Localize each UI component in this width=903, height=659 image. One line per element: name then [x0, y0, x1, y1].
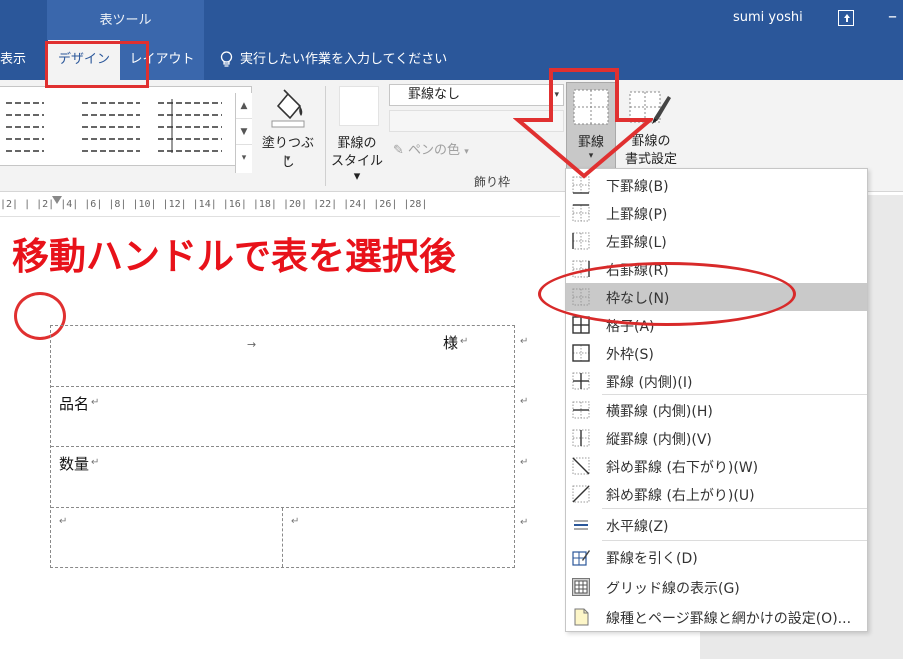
tab-mark: → [247, 338, 257, 351]
gallery-down-icon[interactable]: ▼ [236, 119, 252, 145]
end-of-row-mark: ↵ [520, 396, 529, 407]
menu-item-label: 斜め罫線 (右上がり)(U) [606, 488, 755, 504]
horizontal-ruler[interactable]: |2| | |2| |4| |6| |8| |10| |12| |14| |16… [0, 195, 560, 217]
paint-bucket-icon [271, 89, 305, 128]
table-row[interactable]: 数量 ↵ [51, 447, 514, 508]
line-style-value: 罫線なし [408, 87, 461, 102]
menu-item-label: 左罫線(L) [606, 235, 667, 251]
outside-borders-icon [572, 344, 590, 362]
table-tools-label: 表ツール [99, 13, 152, 28]
pen-icon: ✎ [393, 143, 404, 158]
lightbulb-icon [220, 51, 233, 67]
ribbon-separator [325, 86, 326, 186]
end-of-row-mark: ↵ [520, 457, 529, 468]
pen-color-button[interactable]: ✎ ペンの色 ▾ [393, 139, 469, 158]
menu-item-label: 罫線を引く(D) [606, 551, 698, 567]
menu-item-border-left[interactable]: 左罫線(L) [566, 227, 867, 255]
menu-item-label: グリッド線の表示(G) [606, 581, 740, 597]
user-name[interactable]: sumi yoshi [733, 10, 803, 25]
menu-item-label: 上罫線(P) [606, 207, 668, 223]
table-style-thumb-1[interactable] [4, 95, 74, 155]
minimize-icon[interactable]: – [888, 6, 897, 27]
menu-item-label: 水平線(Z) [606, 519, 669, 535]
menu-item-label: 横罫線 (内側)(H) [606, 404, 713, 420]
red-down-arrow-icon [513, 68, 653, 179]
inside-vertical-icon [572, 429, 590, 447]
shading-label: 塗りつぶし [261, 136, 315, 170]
diagonal-down-icon [572, 457, 590, 475]
paragraph-mark: ↵ [59, 516, 68, 527]
border-styles-button[interactable]: 罫線の スタイル ▾ [330, 86, 384, 184]
menu-separator [602, 508, 867, 509]
pen-color-label: ペンの色 [408, 143, 461, 158]
menu-item-inside-horizontal[interactable]: 横罫線 (内側)(H) [566, 396, 867, 424]
menu-item-inside-vertical[interactable]: 縦罫線 (内側)(V) [566, 424, 867, 452]
word-window: 表ツール sumi yoshi – 表示 デザイン レイアウト 実行したい作業を… [0, 0, 903, 659]
tab-view[interactable]: 表示 [0, 40, 26, 80]
borders-group-label: 飾り枠 [474, 175, 511, 189]
ribbon-display-options-icon[interactable] [838, 10, 854, 26]
table-style-gallery[interactable]: ▲ ▼ ▾ [0, 86, 252, 173]
table-style-thumb-2[interactable] [80, 95, 150, 155]
table-row[interactable]: → 様 ↵ [51, 326, 514, 387]
title-bar: 表ツール sumi yoshi – [0, 0, 903, 40]
table-tools-context: 表ツール [47, 0, 204, 40]
table-column-divider [282, 508, 283, 567]
border-styles-swatch [339, 86, 379, 126]
cell-hinmei: 品名 [59, 395, 90, 413]
horizontal-line-icon [572, 516, 590, 534]
gallery-up-icon[interactable]: ▲ [236, 93, 252, 119]
cell-suryo: 数量 [59, 455, 90, 473]
borders-dropdown-menu: 下罫線(B) 上罫線(P) 左罫線(L) 右罫線(R) 枠なし(N) 格子(A) 外枠(S)… [565, 168, 868, 632]
diagonal-up-icon [572, 485, 590, 503]
ruler-ticks: |2| | |2| |4| |6| |8| |10| |12| |14| |16… [0, 199, 428, 210]
pen-color-dropdown-icon: ▾ [464, 147, 469, 157]
menu-item-inside-borders[interactable]: 罫線 (内側)(I) [566, 367, 867, 395]
paragraph-mark: ↵ [291, 516, 300, 527]
table-row[interactable]: ↵ ↵ [51, 508, 514, 567]
inside-borders-icon [572, 372, 590, 390]
border-styles-label-1: 罫線の [337, 136, 377, 151]
no-border-highlight-ellipse [538, 262, 796, 326]
menu-item-draw-table[interactable]: 罫線を引く(D) [566, 543, 867, 571]
end-of-row-mark: ↵ [520, 517, 529, 528]
menu-item-diagonal-up[interactable]: 斜め罫線 (右上がり)(U) [566, 480, 867, 508]
menu-item-label: 線種とページ罫線と網かけの設定(O)... [606, 611, 852, 627]
paragraph-mark: ↵ [460, 336, 469, 347]
menu-item-diagonal-down[interactable]: 斜め罫線 (右下がり)(W) [566, 452, 867, 480]
menu-item-outside-borders[interactable]: 外枠(S) [566, 339, 867, 367]
menu-item-view-gridlines[interactable]: グリッド線の表示(G) [566, 573, 867, 601]
ruler-indent-marker-icon[interactable] [52, 196, 62, 204]
menu-item-label: 外枠(S) [606, 347, 654, 363]
tell-me-search[interactable]: 実行したい作業を入力してください [240, 40, 447, 80]
borders-shading-icon [572, 608, 590, 626]
border-top-icon [572, 204, 590, 222]
border-left-icon [572, 232, 590, 250]
view-gridlines-icon [572, 578, 590, 596]
paragraph-mark: ↵ [91, 457, 100, 468]
menu-item-label: 斜め罫線 (右下がり)(W) [606, 460, 759, 476]
gallery-scroll[interactable]: ▲ ▼ ▾ [235, 93, 252, 173]
table-row[interactable]: 品名 ↵ [51, 387, 514, 447]
menu-item-border-top[interactable]: 上罫線(P) [566, 199, 867, 227]
menu-item-label: 罫線 (内側)(I) [606, 375, 693, 391]
table-style-thumb-3[interactable] [156, 95, 228, 155]
cell-sama: 様 [443, 334, 459, 352]
shading-button[interactable]: 塗りつぶし ▾ [256, 86, 320, 172]
menu-item-borders-shading[interactable]: 線種とページ罫線と網かけの設定(O)... [566, 603, 867, 631]
shading-dropdown-icon[interactable]: ▾ [256, 154, 320, 164]
menu-item-label: 縦罫線 (内側)(V) [606, 432, 712, 448]
menu-item-horizontal-line[interactable]: 水平線(Z) [566, 511, 867, 539]
inside-horizontal-icon [572, 401, 590, 419]
gallery-more-icon[interactable]: ▾ [236, 145, 252, 171]
border-styles-label-2: スタイル ▾ [330, 154, 383, 184]
paragraph-mark: ↵ [91, 397, 100, 408]
document-table[interactable]: → 様 ↵ 品名 ↵ 数量 ↵ ↵ ↵ [50, 325, 515, 568]
annotation-heading: 移動ハンドルで表を選択後 [12, 235, 456, 278]
end-of-row-mark: ↵ [520, 336, 529, 347]
draw-table-icon [572, 548, 590, 566]
design-tab-highlight-rect [45, 41, 149, 88]
menu-separator [602, 540, 867, 541]
